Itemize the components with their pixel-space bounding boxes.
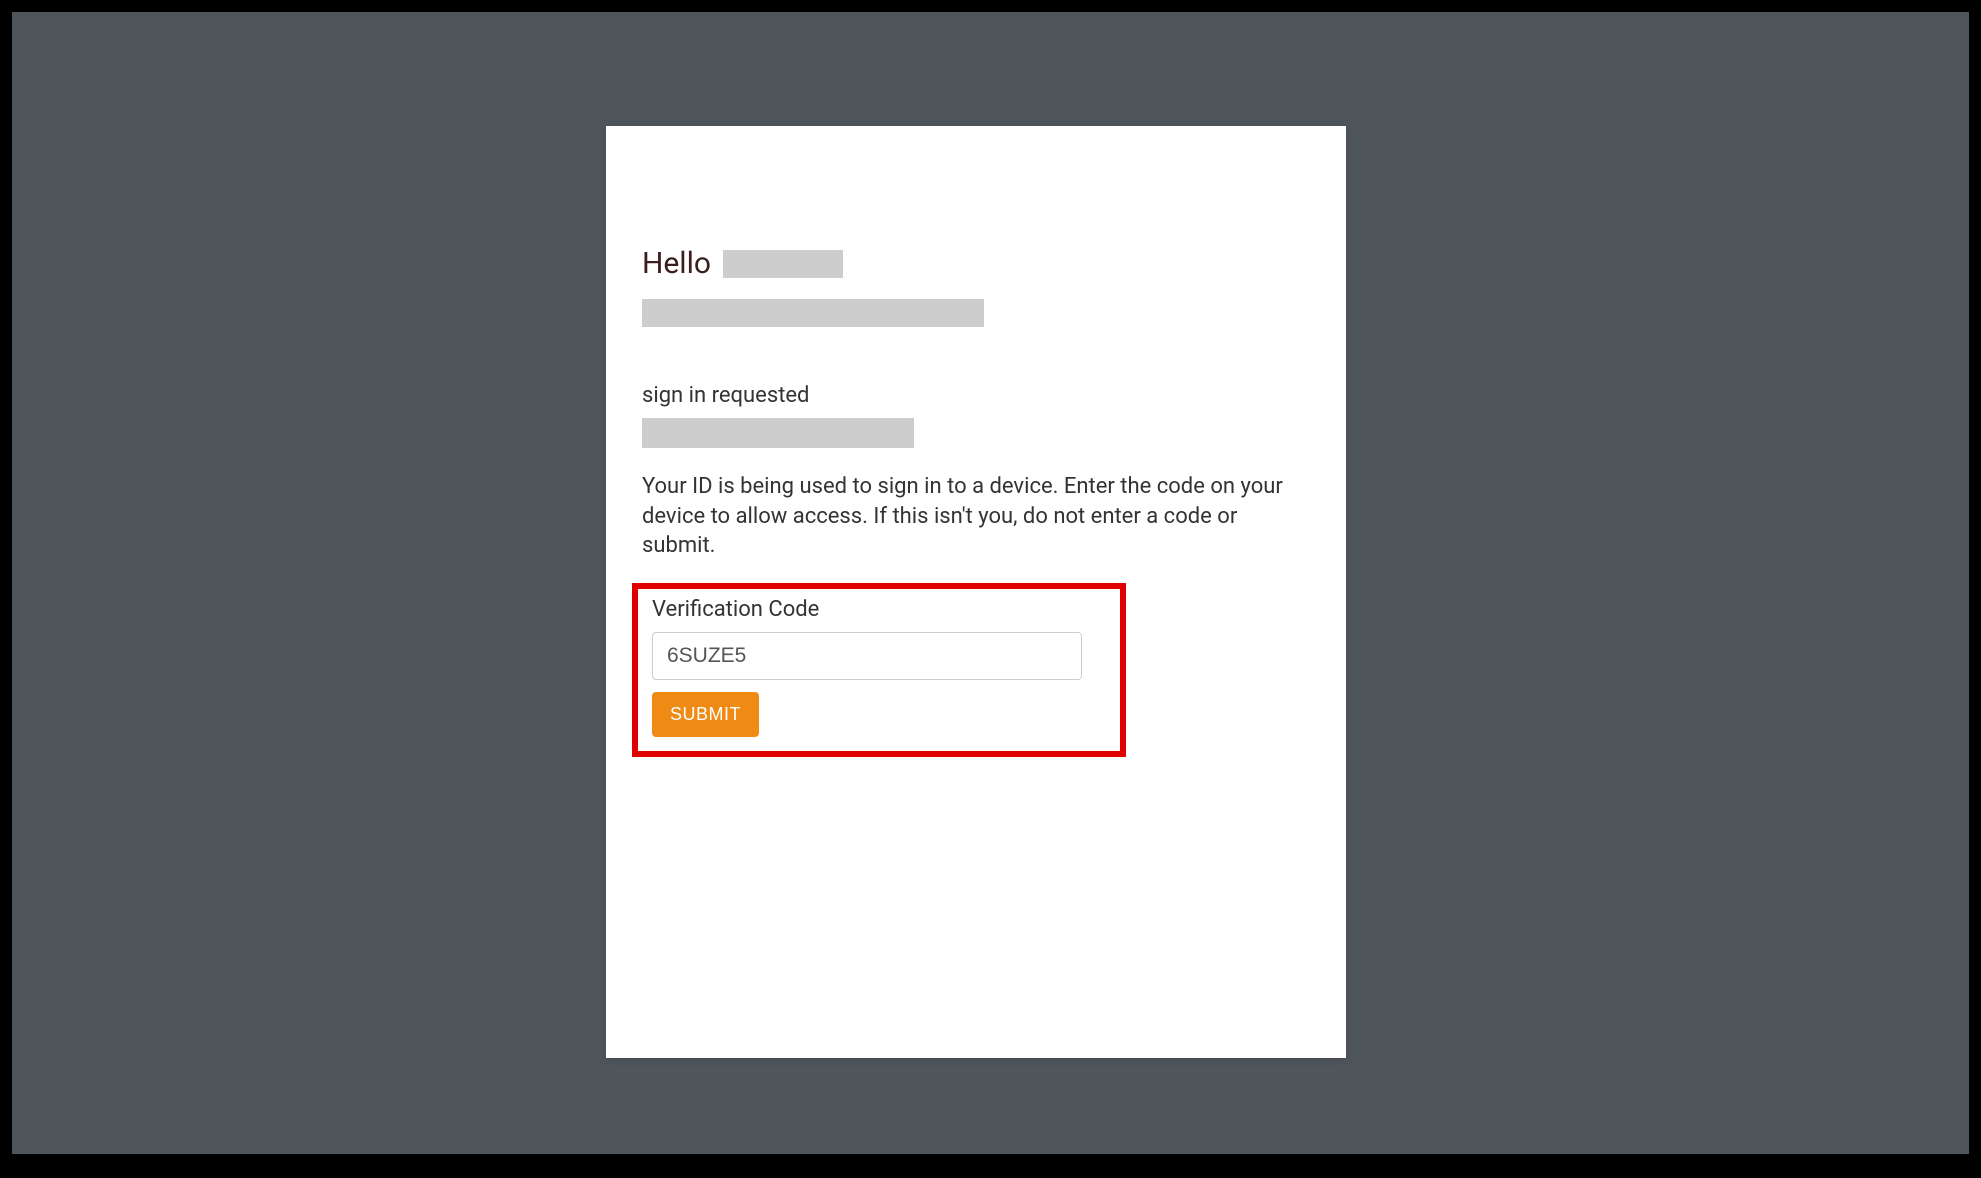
- instruction-text: Your ID is being used to sign in to a de…: [642, 472, 1310, 561]
- redacted-email-placeholder: [642, 299, 984, 327]
- page-background: Hello sign in requested Your ID is being…: [12, 12, 1969, 1154]
- verification-card: Hello sign in requested Your ID is being…: [606, 126, 1346, 1058]
- signin-requested-label: sign in requested: [642, 383, 1310, 408]
- redacted-device-placeholder: [642, 418, 914, 448]
- greeting-line: Hello: [642, 246, 1310, 281]
- redacted-name-placeholder: [723, 250, 843, 278]
- verification-highlight-box: Verification Code SUBMIT: [632, 583, 1126, 757]
- verification-code-input[interactable]: [652, 632, 1082, 680]
- submit-button[interactable]: SUBMIT: [652, 692, 759, 737]
- verification-code-label: Verification Code: [648, 597, 1110, 622]
- greeting-hello: Hello: [642, 246, 711, 281]
